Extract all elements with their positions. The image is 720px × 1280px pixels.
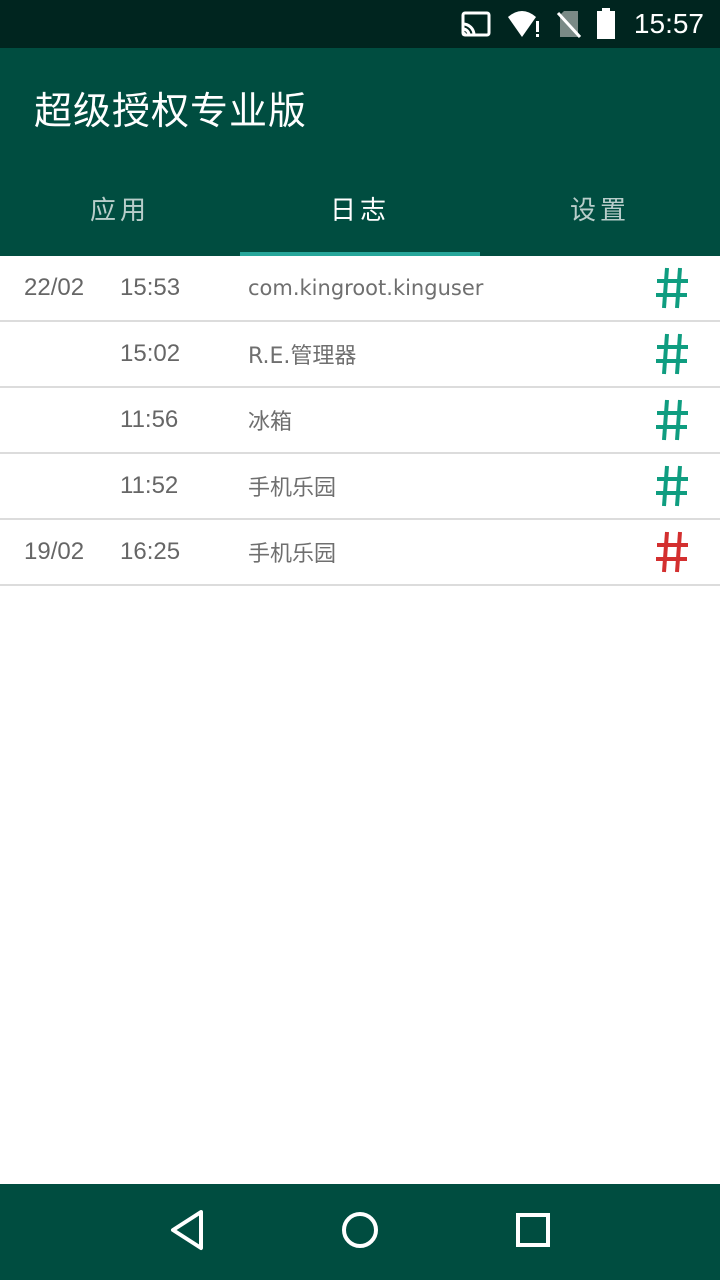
log-date: 22/02 xyxy=(24,274,85,301)
navigation-bar xyxy=(0,1184,720,1280)
log-list: 22/02 15:53 com.kingroot.kinguser 15:02 … xyxy=(0,256,720,586)
root-denied-icon xyxy=(654,520,690,584)
log-time: 11:52 xyxy=(120,472,179,499)
root-granted-icon xyxy=(654,388,690,452)
log-app-name: 手机乐园 xyxy=(248,476,337,501)
wifi-alert-icon xyxy=(506,9,542,39)
root-granted-icon xyxy=(654,454,690,518)
tab-settings[interactable]: 设置 xyxy=(480,160,720,256)
log-row[interactable]: 11:56 冰箱 xyxy=(0,388,720,454)
back-icon xyxy=(167,1208,207,1256)
root-granted-icon xyxy=(654,256,690,320)
recents-icon xyxy=(515,1212,551,1252)
log-row[interactable]: 15:02 R.E.管理器 xyxy=(0,322,720,388)
cast-icon xyxy=(460,10,492,38)
log-time: 15:02 xyxy=(120,340,181,367)
log-time: 11:56 xyxy=(120,406,179,433)
log-app-name: 冰箱 xyxy=(248,410,293,435)
no-sim-icon xyxy=(556,9,582,39)
app-bar: 超级授权专业版 应用 日志 设置 xyxy=(0,48,720,256)
tab-bar: 应用 日志 设置 xyxy=(0,160,720,256)
app-title: 超级授权专业版 xyxy=(34,89,308,133)
root-granted-icon xyxy=(654,322,690,386)
log-row[interactable]: 19/02 16:25 手机乐园 xyxy=(0,520,720,586)
log-time: 16:25 xyxy=(120,538,181,565)
log-row[interactable]: 22/02 15:53 com.kingroot.kinguser xyxy=(0,256,720,322)
status-bar: 15:57 xyxy=(0,0,720,48)
home-icon xyxy=(340,1210,380,1254)
log-time: 15:53 xyxy=(120,274,181,301)
tab-log[interactable]: 日志 xyxy=(240,160,480,256)
back-button[interactable] xyxy=(157,1202,217,1262)
tab-apps[interactable]: 应用 xyxy=(0,160,240,256)
recents-button[interactable] xyxy=(503,1202,563,1262)
home-button[interactable] xyxy=(330,1202,390,1262)
log-date: 19/02 xyxy=(24,538,85,565)
log-app-name: com.kingroot.kinguser xyxy=(248,276,484,300)
status-clock: 15:57 xyxy=(633,8,704,39)
battery-icon xyxy=(596,8,616,40)
log-app-name: 手机乐园 xyxy=(248,542,337,567)
log-row[interactable]: 11:52 手机乐园 xyxy=(0,454,720,520)
log-app-name: R.E.管理器 xyxy=(248,344,357,369)
